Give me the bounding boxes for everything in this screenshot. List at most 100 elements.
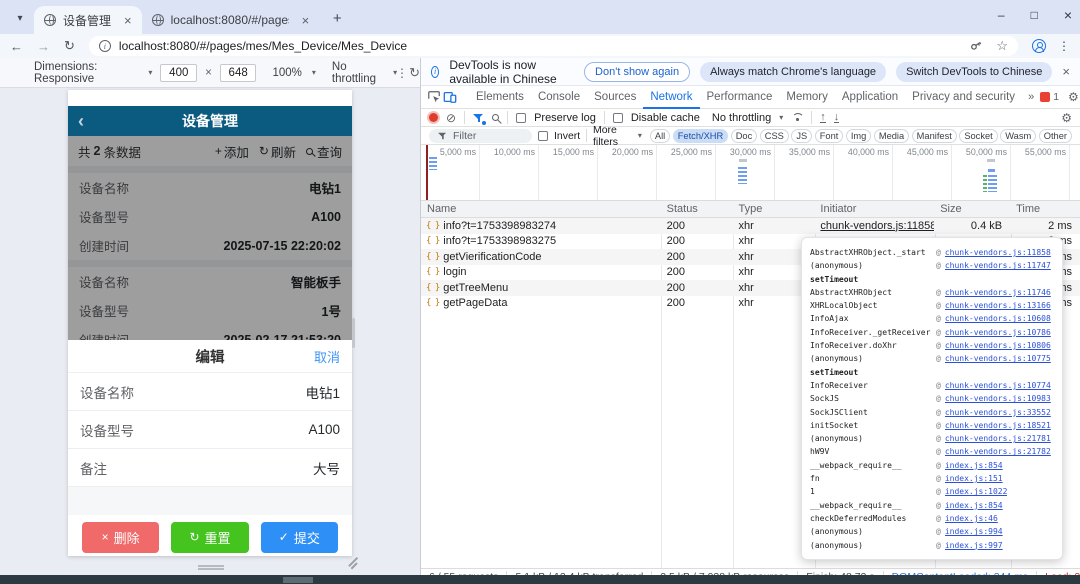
devtools-tab[interactable]: Privacy and security (905, 86, 1022, 109)
column-time[interactable]: Time (1010, 203, 1080, 215)
source-link[interactable]: chunk-vendors.js:21781 (945, 432, 1051, 445)
export-har-icon[interactable]: ↓ (834, 112, 840, 124)
request-row[interactable]: { }info?t=1753398983274 200 xhr chunk-ve… (421, 218, 1080, 234)
modal-mask[interactable] (68, 136, 352, 340)
form-field[interactable]: 设备名称电钻1 (68, 373, 352, 411)
filter-chip[interactable]: Manifest (912, 129, 957, 143)
network-overview[interactable]: 5,000 ms10,000 ms15,000 ms20,000 ms25,00… (421, 145, 1080, 201)
new-tab-button[interactable]: + (325, 6, 349, 30)
devtools-tab[interactable]: Application (835, 86, 905, 109)
source-link[interactable]: index.js:151 (945, 472, 1003, 485)
bookmark-star-icon[interactable]: ☆ (996, 38, 1008, 54)
more-tabs-icon[interactable]: » (1024, 91, 1038, 103)
dont-show-again-button[interactable]: Don't show again (584, 62, 690, 82)
notice-close-icon[interactable]: × (1062, 64, 1070, 79)
source-link[interactable]: chunk-vendors.js:10786 (945, 326, 1051, 339)
site-info-icon[interactable]: i (99, 40, 111, 52)
invert-checkbox[interactable] (538, 131, 548, 141)
viewport-scrollbar[interactable] (352, 318, 355, 348)
delete-button[interactable]: ×删除 (82, 522, 159, 553)
address-bar[interactable]: i localhost:8080/#/pages/mes/Mes_Device/… (89, 36, 1018, 56)
source-link[interactable]: chunk-vendors.js:10983 (945, 392, 1051, 405)
form-field[interactable]: 设备型号A100 (68, 411, 352, 449)
devtools-tab[interactable]: Performance (700, 86, 780, 109)
devtools-tab[interactable]: Console (531, 86, 587, 109)
column-initiator[interactable]: Initiator (814, 203, 934, 215)
tab-localhost[interactable]: localhost:8080/#/pages/men × (142, 6, 320, 34)
height-input[interactable]: 648 (220, 64, 257, 82)
source-link[interactable]: index.js:854 (945, 459, 1003, 472)
password-key-icon[interactable] (967, 35, 988, 57)
maximize-button[interactable]: □ (1031, 8, 1038, 22)
column-type[interactable]: Type (733, 203, 815, 215)
filter-chip[interactable]: JS (791, 129, 812, 143)
reload-button[interactable]: ↻ (64, 38, 75, 54)
invert-label[interactable]: Invert (554, 130, 580, 142)
switch-chinese-button[interactable]: Switch DevTools to Chinese (896, 62, 1052, 82)
filter-chip[interactable]: Socket (959, 129, 997, 143)
source-link[interactable]: chunk-vendors.js:10608 (945, 312, 1051, 325)
cancel-button[interactable]: 取消 (314, 347, 340, 366)
source-link[interactable]: index.js:994 (945, 525, 1003, 538)
tab-close-icon[interactable]: × (302, 13, 310, 28)
rotate-icon[interactable]: ↻ (409, 65, 420, 81)
import-har-icon[interactable]: ↑ (820, 112, 826, 124)
tab-close-icon[interactable]: × (124, 13, 132, 28)
column-status[interactable]: Status (661, 203, 733, 215)
source-link[interactable]: chunk-vendors.js:11747 (945, 259, 1051, 272)
preserve-log-checkbox[interactable] (516, 113, 526, 123)
source-link[interactable]: index.js:854 (945, 499, 1003, 512)
more-filters-button[interactable]: More filters (593, 124, 632, 148)
source-link[interactable]: index.js:1022 (945, 485, 1008, 498)
match-language-button[interactable]: Always match Chrome's language (700, 62, 886, 82)
tab-search-chevron-icon[interactable]: ▾ (8, 6, 32, 30)
device-toolbar-menu-icon[interactable]: ⋮ (396, 66, 408, 80)
dimensions-select[interactable]: Dimensions: Responsive (34, 61, 138, 85)
column-size[interactable]: Size (934, 203, 1010, 215)
back-button[interactable]: ← (10, 39, 23, 54)
browser-menu-icon[interactable]: ⋮ (1058, 39, 1070, 53)
initiator-link[interactable]: chunk-vendors.js:11858 (814, 220, 934, 232)
filter-chip[interactable]: All (650, 129, 670, 143)
source-link[interactable]: chunk-vendors.js:10775 (945, 352, 1051, 365)
source-link[interactable]: index.js:997 (945, 539, 1003, 552)
submit-button[interactable]: ✓提交 (261, 522, 338, 553)
column-name[interactable]: Name (421, 203, 661, 215)
devtools-drag-handle[interactable] (198, 565, 224, 570)
source-link[interactable]: index.js:46 (945, 512, 998, 525)
devtools-tab[interactable]: Elements (469, 86, 531, 109)
source-link[interactable]: chunk-vendors.js:10774 (945, 379, 1051, 392)
forward-button[interactable]: → (37, 39, 50, 54)
source-link[interactable]: chunk-vendors.js:33552 (945, 406, 1051, 419)
clear-icon[interactable]: ⊘ (446, 111, 456, 125)
filter-chip[interactable]: Media (874, 129, 909, 143)
search-icon[interactable] (492, 114, 499, 121)
disable-cache-label[interactable]: Disable cache (631, 112, 700, 124)
throttling-select[interactable]: No throttling (712, 112, 771, 124)
tab-device-management[interactable]: 设备管理 × (34, 6, 142, 34)
scrollbar-thumb[interactable] (283, 577, 313, 583)
filter-chip[interactable]: Font (815, 129, 844, 143)
devtools-settings-icon[interactable]: ⚙ (1068, 90, 1079, 104)
filter-chip[interactable]: Fetch/XHR (673, 129, 728, 143)
preserve-log-label[interactable]: Preserve log (534, 112, 596, 124)
device-toolbar-toggle-icon[interactable] (443, 89, 457, 105)
back-chevron-icon[interactable]: ‹ (78, 108, 84, 134)
devtools-tab[interactable]: Network (643, 86, 699, 109)
source-link[interactable]: chunk-vendors.js:11746 (945, 286, 1051, 299)
network-settings-icon[interactable]: ⚙ (1061, 111, 1072, 125)
inspect-element-icon[interactable] (427, 89, 441, 105)
reset-button[interactable]: ↻重置 (171, 522, 248, 553)
filter-chip[interactable]: Doc (731, 129, 758, 143)
network-conditions-icon[interactable] (791, 113, 803, 122)
disable-cache-checkbox[interactable] (613, 113, 623, 123)
form-field[interactable]: 备注大号 (68, 449, 352, 487)
source-link[interactable]: chunk-vendors.js:11858 (945, 246, 1051, 259)
error-badge[interactable]: 1 (1040, 91, 1059, 103)
source-link[interactable]: chunk-vendors.js:21782 (945, 445, 1051, 458)
filter-icon[interactable] (473, 113, 484, 123)
profile-avatar[interactable] (1032, 39, 1046, 53)
source-link[interactable]: chunk-vendors.js:18521 (945, 419, 1051, 432)
bottom-scrollbar[interactable] (0, 575, 1080, 584)
filter-input[interactable]: Filter (429, 129, 532, 143)
